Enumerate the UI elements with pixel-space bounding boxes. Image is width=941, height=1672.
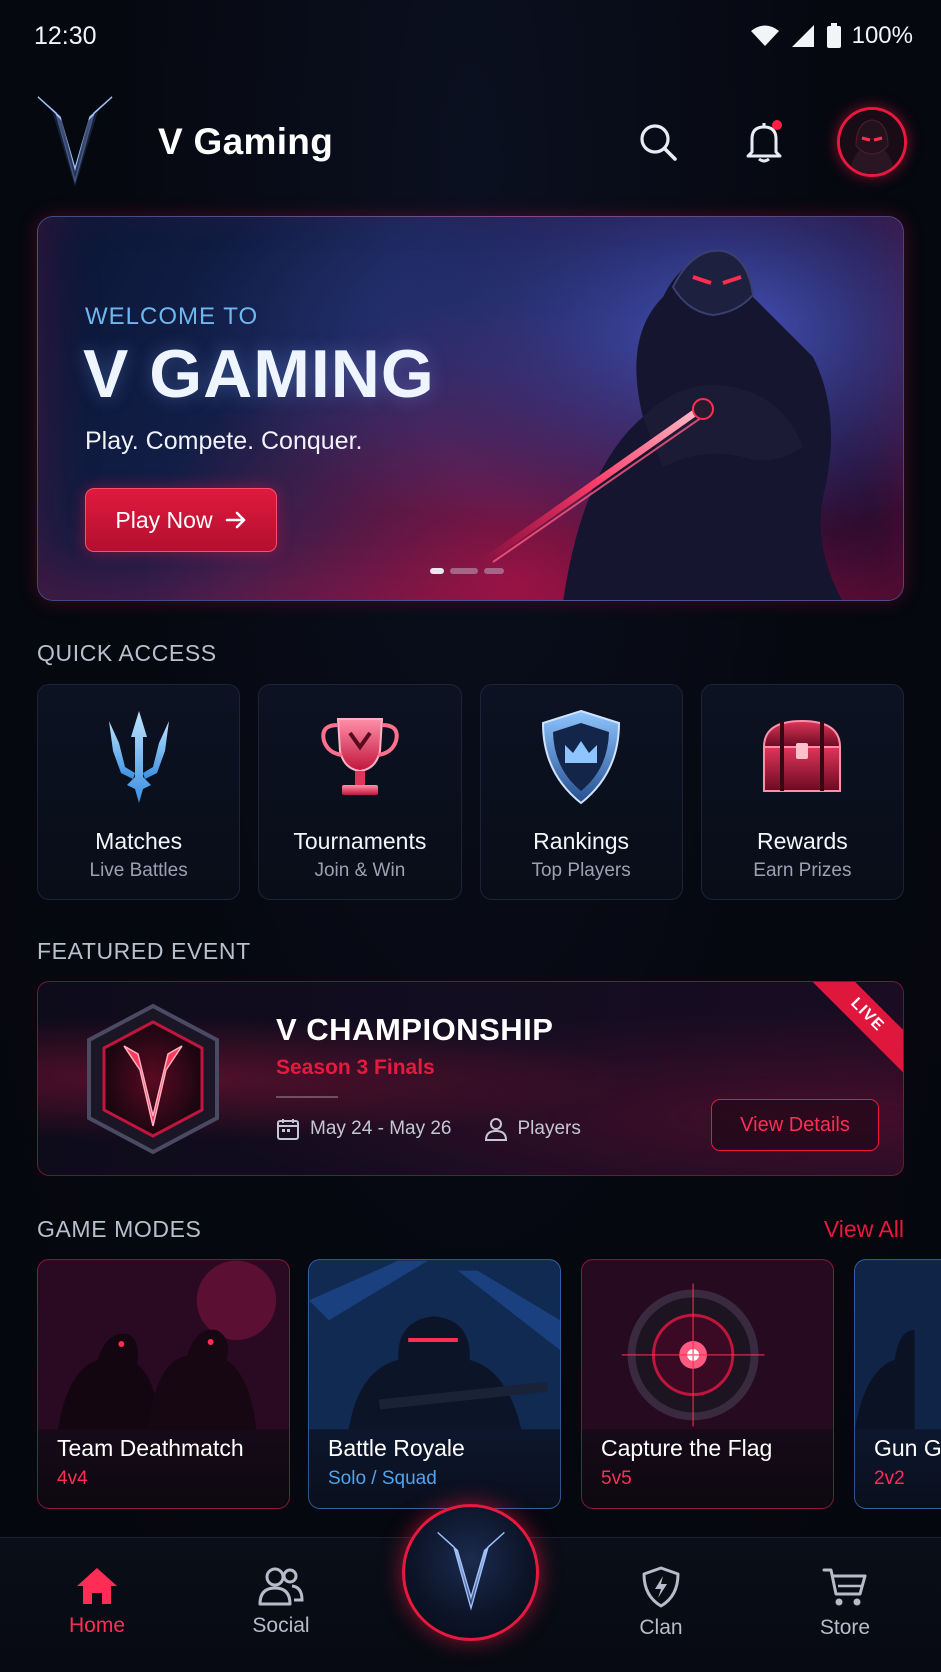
event-title: V CHAMPIONSHIP bbox=[276, 1012, 554, 1047]
view-all-link[interactable]: View All bbox=[824, 1216, 904, 1243]
battery-percent: 100% bbox=[851, 22, 913, 49]
mode-name: Capture the Flag bbox=[601, 1435, 773, 1461]
trophy-icon bbox=[321, 718, 399, 795]
calendar-icon bbox=[277, 1119, 299, 1140]
mode-card-battle-royale[interactable]: Battle Royale Solo / Squad bbox=[308, 1259, 561, 1509]
v-logo-icon bbox=[436, 1531, 505, 1611]
nav-store[interactable]: Store bbox=[785, 1566, 905, 1640]
app-header: V Gaming bbox=[34, 88, 907, 196]
nav-label: Store bbox=[819, 1616, 871, 1639]
game-modes-row: Team Deathmatch 4v4 Battle Royale Solo /… bbox=[37, 1259, 941, 1509]
users-icon bbox=[258, 1567, 304, 1606]
quick-card-sub: Join & Win bbox=[314, 860, 406, 881]
trident-icon bbox=[108, 711, 169, 803]
game-modes-heading: GAME MODES bbox=[37, 1216, 202, 1242]
nav-home[interactable]: Home bbox=[37, 1566, 157, 1638]
v-logo-icon bbox=[37, 96, 113, 187]
quick-access-grid: Matches Live Battles Tournaments Join & … bbox=[37, 684, 904, 900]
app-title: V Gaming bbox=[158, 121, 334, 162]
quick-card-matches[interactable]: Matches Live Battles bbox=[37, 684, 241, 900]
status-bar: 12:30 100% bbox=[0, 0, 941, 72]
quick-card-label: Matches bbox=[95, 828, 183, 854]
quick-card-sub: Live Battles bbox=[89, 860, 188, 881]
mode-players: 2v2 bbox=[874, 1468, 905, 1489]
quick-access-heading: QUICK ACCESS bbox=[37, 640, 217, 666]
event-subtitle: Season 3 Finals bbox=[276, 1056, 435, 1079]
nav-label: Home bbox=[68, 1614, 126, 1637]
quick-card-tournaments[interactable]: Tournaments Join & Win bbox=[258, 684, 462, 900]
mode-players: 4v4 bbox=[57, 1468, 88, 1489]
capture-the-flag-art bbox=[582, 1260, 833, 1430]
featured-event-card[interactable]: V CHAMPIONSHIP Season 3 Finals May 24 - … bbox=[37, 981, 904, 1176]
quick-card-label: Tournaments bbox=[293, 828, 427, 854]
mode-card-gun-game[interactable]: Gun Gi 2v2 bbox=[854, 1259, 941, 1509]
quick-card-sub: Top Players bbox=[531, 860, 631, 881]
shield-crown-icon bbox=[542, 709, 621, 805]
battle-royale-art bbox=[309, 1260, 560, 1430]
hero-tagline: Play. Compete. Conquer. bbox=[85, 427, 363, 455]
user-icon bbox=[484, 1118, 507, 1141]
home-icon bbox=[77, 1568, 117, 1604]
shield-icon bbox=[642, 1566, 680, 1608]
mode-name: Gun Gi bbox=[874, 1435, 941, 1461]
nav-label: Clan bbox=[639, 1616, 683, 1639]
status-indicators: 100% bbox=[750, 22, 913, 50]
hero-banner[interactable]: WELCOME TO V GAMING Play. Compete. Conqu… bbox=[37, 216, 904, 601]
signal-icon bbox=[791, 25, 814, 47]
avatar-image bbox=[840, 110, 904, 174]
search-button[interactable] bbox=[627, 111, 689, 173]
status-time: 12:30 bbox=[34, 21, 97, 50]
v-emblem-icon bbox=[87, 1003, 219, 1155]
mode-name: Team Deathmatch bbox=[57, 1435, 244, 1461]
nav-social[interactable]: Social bbox=[221, 1566, 341, 1638]
play-now-button[interactable]: Play Now bbox=[85, 488, 277, 552]
live-badge: LIVE bbox=[806, 982, 903, 1076]
mode-players: Solo / Squad bbox=[328, 1468, 437, 1489]
event-meta: May 24 - May 26 Players bbox=[276, 1117, 581, 1141]
mode-players: 5v5 bbox=[601, 1468, 632, 1489]
view-details-button[interactable]: View Details bbox=[711, 1099, 879, 1151]
hero-title: V GAMING bbox=[83, 336, 435, 412]
nav-label: Social bbox=[252, 1614, 310, 1637]
featured-event-heading: FEATURED EVENT bbox=[37, 938, 251, 964]
event-dates-text: May 24 - May 26 bbox=[310, 1118, 452, 1139]
team-deathmatch-art bbox=[38, 1260, 289, 1430]
notifications-button[interactable] bbox=[733, 111, 795, 173]
arrow-right-icon bbox=[225, 511, 245, 529]
mode-name: Battle Royale bbox=[328, 1435, 465, 1461]
event-dates: May 24 - May 26 bbox=[276, 1117, 452, 1141]
quick-card-label: Rewards bbox=[756, 828, 848, 854]
center-play-button[interactable] bbox=[402, 1504, 539, 1641]
quick-card-label: Rankings bbox=[533, 828, 630, 854]
avatar[interactable] bbox=[837, 107, 907, 177]
mode-card-capture-the-flag[interactable]: Capture the Flag 5v5 bbox=[581, 1259, 834, 1509]
carousel-dot[interactable] bbox=[484, 568, 504, 574]
notification-dot bbox=[772, 120, 782, 130]
play-now-label: Play Now bbox=[115, 506, 213, 533]
mode-card-team-deathmatch[interactable]: Team Deathmatch 4v4 bbox=[37, 1259, 290, 1509]
carousel-dots bbox=[430, 568, 504, 574]
carousel-dot[interactable] bbox=[430, 568, 444, 574]
header-actions bbox=[627, 107, 907, 177]
gun-game-art bbox=[855, 1260, 941, 1430]
quick-card-rankings[interactable]: Rankings Top Players bbox=[479, 684, 683, 900]
quick-card-rewards[interactable]: Rewards Earn Prizes bbox=[700, 684, 904, 900]
search-icon bbox=[640, 124, 677, 161]
carousel-dot[interactable] bbox=[450, 568, 478, 574]
nav-clan[interactable]: Clan bbox=[601, 1566, 721, 1640]
cart-icon bbox=[822, 1568, 867, 1606]
event-divider bbox=[276, 1096, 338, 1098]
event-players: Players bbox=[484, 1117, 581, 1141]
battery-icon bbox=[826, 23, 841, 48]
quick-card-sub: Earn Prizes bbox=[753, 860, 852, 881]
event-players-text: Players bbox=[517, 1118, 581, 1139]
hero-eyebrow: WELCOME TO bbox=[85, 303, 259, 330]
wifi-icon bbox=[750, 25, 779, 46]
treasure-chest-icon bbox=[763, 719, 842, 792]
